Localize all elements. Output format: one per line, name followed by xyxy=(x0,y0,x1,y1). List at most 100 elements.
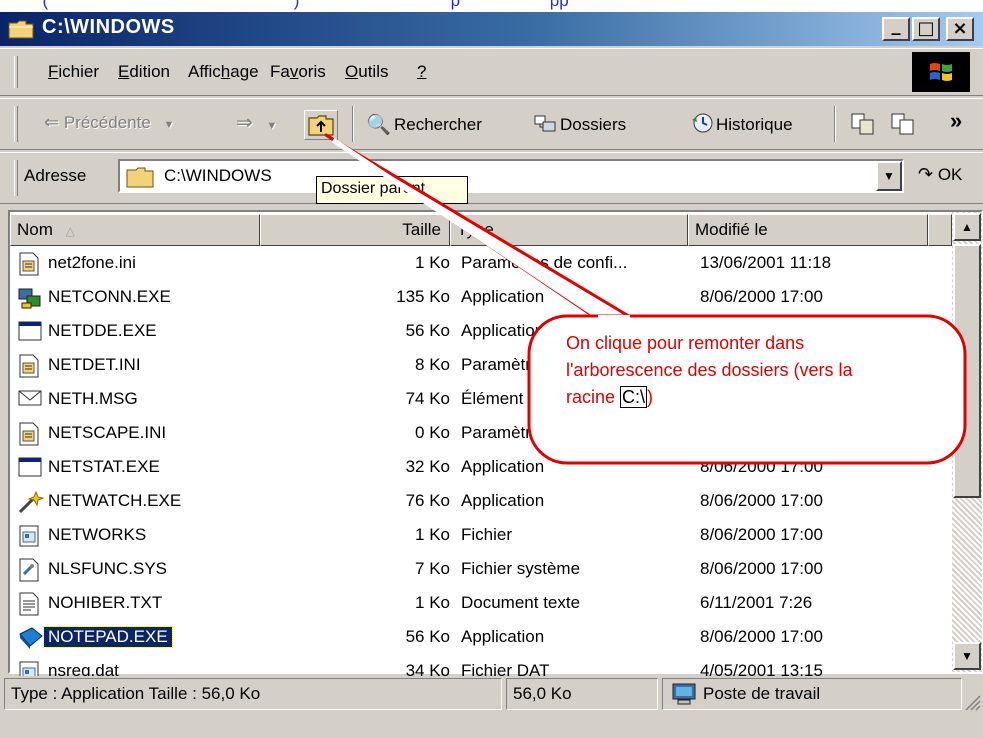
file-name: NETCONN.EXE xyxy=(48,287,171,306)
file-name: NOHIBER.TXT xyxy=(48,593,163,612)
file-row[interactable]: NETWATCH.EXE 76 Ko Application 8/06/2000 17… xyxy=(12,486,942,520)
file-name: NETSCAPE.INI xyxy=(48,423,167,442)
file-row[interactable]: NOHIBER.TXT 1 Ko Document texte 6/11/2001 7… xyxy=(12,588,942,622)
file-type: Fichier système xyxy=(461,559,581,578)
forward-button[interactable]: ⇒ ▼ xyxy=(236,110,277,135)
move-to-icon[interactable] xyxy=(850,112,876,136)
sort-ascending-icon: △ xyxy=(65,224,75,238)
file-name: net2fone.ini xyxy=(48,253,136,272)
text-file-icon xyxy=(18,592,42,616)
file-modified: 13/06/2001 11:18 xyxy=(700,253,832,272)
system-file-icon xyxy=(18,558,42,582)
column-header-size[interactable]: Taille xyxy=(260,214,450,246)
menu-fichier[interactable]: Fichier xyxy=(48,62,99,82)
file-row[interactable]: NETCONN.EXE 135 Ko Application 8/06/2000 17… xyxy=(12,282,942,316)
file-modified: 8/06/2000 17:00 xyxy=(700,627,823,646)
copy-to-icon[interactable] xyxy=(890,112,916,136)
column-header-spacer xyxy=(928,214,952,246)
file-size: 8 Ko xyxy=(415,355,450,374)
envelope-icon xyxy=(18,388,42,412)
file-size: 7 Ko xyxy=(415,559,450,578)
close-icon: × xyxy=(952,18,968,39)
menu-favoris[interactable]: Favoris xyxy=(270,62,326,82)
generic-file-icon xyxy=(18,524,42,548)
file-size: 1 Ko xyxy=(415,593,450,612)
toolbar-grip[interactable] xyxy=(14,106,18,142)
file-name: NOTEPAD.EXE xyxy=(43,626,173,648)
ini-file-icon xyxy=(18,252,42,276)
search-label: Rechercher xyxy=(394,115,482,134)
ini-file-icon xyxy=(18,354,42,378)
file-name: NETWORKS xyxy=(48,525,147,544)
maximize-button[interactable]: □ xyxy=(912,17,940,41)
scroll-thumb[interactable] xyxy=(953,244,981,498)
file-row[interactable]: NOTEPAD.EXE 56 Ko Application 8/06/2000 17:… xyxy=(12,622,942,656)
file-modified: 8/06/2000 17:00 xyxy=(700,287,823,306)
menu-grip[interactable] xyxy=(14,56,18,88)
search-button[interactable]: 🔍 xyxy=(366,112,391,137)
callout-line-3: racine C:\) xyxy=(566,384,956,411)
column-header-name[interactable]: Nom △ xyxy=(10,214,260,246)
file-row[interactable]: NETSTAT.EXE 32 Ko Application 8/06/2000 17:… xyxy=(12,452,942,486)
minimize-button[interactable]: _ xyxy=(882,17,910,41)
folders-icon xyxy=(534,113,556,133)
address-grip[interactable] xyxy=(14,160,18,196)
notepad-icon xyxy=(18,626,43,650)
top-caption-fragment: ( ) p pp xyxy=(0,0,983,12)
go-button[interactable]: ↷ OK xyxy=(918,164,962,185)
menu-help[interactable]: ? xyxy=(417,62,426,82)
parent-folder-button[interactable] xyxy=(304,110,338,140)
folder-icon xyxy=(126,166,154,188)
toolbar-overflow-button[interactable]: » xyxy=(950,108,962,134)
top-caption-text: ( ) p pp xyxy=(0,0,569,10)
network-exe-icon xyxy=(18,286,42,310)
file-type: Application xyxy=(461,457,545,476)
callout-text: On clique pour remonter dans l'arboresce… xyxy=(566,330,956,411)
menu-affichage[interactable]: Affichage xyxy=(188,62,259,82)
go-arrow-icon: ↷ xyxy=(918,164,934,184)
ini-file-icon xyxy=(18,422,42,446)
status-location-label: Poste de travail xyxy=(703,684,821,703)
file-size: 56 Ko xyxy=(405,321,450,340)
resize-grip[interactable] xyxy=(960,690,982,712)
menu-edition[interactable]: Edition xyxy=(118,62,170,82)
history-button[interactable]: Historique xyxy=(716,115,793,135)
file-modified: 8/06/2000 17:00 xyxy=(700,423,823,442)
file-type: Application xyxy=(461,627,545,646)
scroll-up-button[interactable]: ▲ xyxy=(953,213,981,241)
window-exe-icon xyxy=(18,456,42,480)
address-dropdown-button[interactable]: ▼ xyxy=(876,161,902,191)
arrow-up-icon: ▲ xyxy=(961,220,973,234)
file-size: 74 Ko xyxy=(405,389,450,408)
window-exe-icon xyxy=(18,320,42,344)
callout-root-path: C:\ xyxy=(620,386,648,408)
column-header-type[interactable]: Type xyxy=(450,214,688,246)
callout-line-1: On clique pour remonter dans xyxy=(566,333,805,353)
column-name-label: Nom xyxy=(17,220,53,239)
forward-dropdown-icon: ▼ xyxy=(266,120,278,132)
back-arrow-icon: ⇐ xyxy=(44,112,60,132)
file-type: Application xyxy=(461,321,545,340)
column-header-modified[interactable]: Modifié le xyxy=(688,214,928,246)
computer-icon xyxy=(670,682,698,706)
tooltip-parent-folder: Dossier parent xyxy=(316,176,468,204)
minimize-icon: _ xyxy=(891,15,901,36)
status-size: 56,0 Ko xyxy=(506,678,658,710)
file-type: Paramètres de confi... xyxy=(461,253,628,272)
back-label: Précédente xyxy=(63,113,151,132)
close-button[interactable]: × xyxy=(946,17,974,41)
file-row[interactable]: net2fone.ini 1 Ko Paramètres de confi... 13… xyxy=(12,248,942,282)
file-name: NETDDE.EXE xyxy=(48,321,157,340)
file-name: NETH.MSG xyxy=(48,389,138,408)
search-icon: 🔍 xyxy=(366,114,391,136)
back-button[interactable]: ⇐ Précédente ▼ xyxy=(44,112,174,133)
wand-exe-icon xyxy=(18,490,45,514)
file-row[interactable]: NETSCAPE.INI 0 Ko Paramètres de confi... 8/… xyxy=(12,418,942,452)
history-icon xyxy=(690,112,714,134)
scroll-down-button[interactable]: ▼ xyxy=(953,642,981,670)
menu-outils[interactable]: Outils xyxy=(345,62,388,82)
file-row[interactable]: NLSFUNC.SYS 7 Ko Fichier système 8/06/2000 … xyxy=(12,554,942,588)
window-title: C:\WINDOWS xyxy=(42,16,175,38)
file-row[interactable]: NETWORKS 1 Ko Fichier 8/06/2000 17:00 xyxy=(12,520,942,554)
folders-button[interactable]: Dossiers xyxy=(560,115,626,135)
